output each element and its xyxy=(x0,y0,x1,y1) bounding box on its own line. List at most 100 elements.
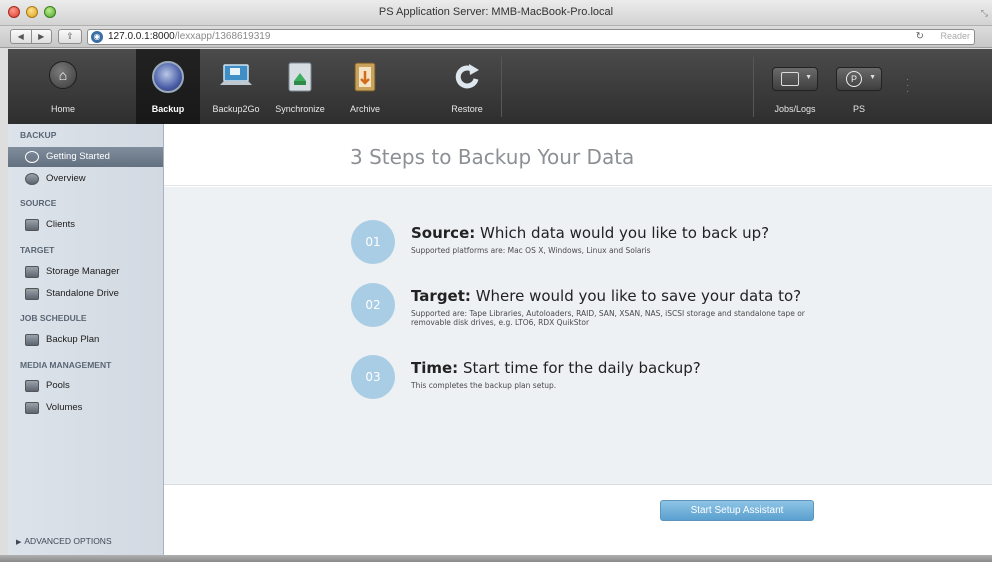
step-number-badge: 03 xyxy=(351,355,395,399)
sidebar-item-label: Backup Plan xyxy=(46,334,100,345)
toolbar-restore-label: Restore xyxy=(451,104,483,114)
step-description: This completes the backup plan setup. xyxy=(411,381,557,390)
sidebar-section-media-management: MEDIA MANAGEMENT xyxy=(20,360,112,370)
reload-icon[interactable]: ↻ xyxy=(916,31,924,42)
step-description: Supported platforms are: Mac OS X, Windo… xyxy=(411,246,651,255)
step-keyword: Time: xyxy=(411,359,459,377)
steps-panel: 01 Source: Which data would you like to … xyxy=(164,187,992,485)
reader-button[interactable]: Reader xyxy=(940,31,970,41)
toolbar-backup2go[interactable]: Backup2Go xyxy=(204,49,268,124)
sidebar-item-label: Getting Started xyxy=(46,151,110,162)
sidebar-item-storage-manager[interactable]: Storage Manager xyxy=(8,262,163,282)
toolbar-backup2go-label: Backup2Go xyxy=(212,104,260,114)
step-heading: Target: Where would you like to save you… xyxy=(411,287,801,305)
toolbar-divider xyxy=(753,57,754,117)
step-heading: Time: Start time for the daily backup? xyxy=(411,359,701,377)
sidebar-section-backup: BACKUP xyxy=(20,130,57,140)
lifebuoy-icon xyxy=(25,151,39,163)
sidebar-item-getting-started[interactable]: Getting Started xyxy=(8,147,163,167)
app-toolbar: ⌂ Home Backup Backup2Go Synchronize Arch… xyxy=(8,49,992,124)
ps-button[interactable]: P ▼ xyxy=(836,67,882,91)
back-button[interactable]: ◀ xyxy=(11,30,32,43)
toolbar-synchronize[interactable]: Synchronize xyxy=(268,49,332,124)
sidebar-item-label: Storage Manager xyxy=(46,266,120,277)
sidebar-item-pools[interactable]: Pools xyxy=(8,376,163,396)
pools-icon xyxy=(25,380,39,392)
url-host: 127.0.0.1:8000 xyxy=(108,31,175,42)
laptop-icon xyxy=(220,64,252,85)
sidebar-item-overview[interactable]: Overview xyxy=(8,169,163,189)
window-title: PS Application Server: MMB-MacBook-Pro.l… xyxy=(378,6,614,18)
toolbar-archive[interactable]: Archive xyxy=(334,49,396,124)
page-header: 3 Steps to Backup Your Data xyxy=(164,124,992,186)
backup-icon xyxy=(152,61,184,93)
toolbar-home-label: Home xyxy=(50,104,75,114)
browser-window: PS Application Server: MMB-MacBook-Pro.l… xyxy=(0,0,992,562)
storage-manager-icon xyxy=(25,266,39,278)
forward-button[interactable]: ▶ xyxy=(32,30,52,43)
synchronize-icon xyxy=(288,62,312,92)
advanced-options-toggle[interactable]: ▶ ADVANCED OPTIONS xyxy=(16,536,112,546)
ps-icon: P xyxy=(846,71,862,87)
chevron-down-icon: ▼ xyxy=(805,74,812,81)
step-keyword: Source: xyxy=(411,224,476,242)
clients-icon xyxy=(25,219,39,231)
step-keyword: Target: xyxy=(411,287,471,305)
share-button[interactable]: ⇪ xyxy=(58,29,82,44)
sidebar-item-label: Overview xyxy=(46,173,86,184)
browser-toolbar: ◀ ▶ ⇪ ◉ 127.0.0.1:8000/lexxapp/136861931… xyxy=(0,26,992,48)
drive-icon xyxy=(25,288,39,300)
toolbar-home[interactable]: ⌂ Home xyxy=(32,49,94,124)
main-panel: 3 Steps to Backup Your Data 01 Source: W… xyxy=(164,124,992,562)
start-setup-assistant-button[interactable]: Start Setup Assistant xyxy=(660,500,814,521)
toolbar-archive-label: Archive xyxy=(349,104,380,114)
toolbar-restore[interactable]: Restore xyxy=(436,49,498,124)
sidebar-item-label: Standalone Drive xyxy=(46,288,119,299)
history-nav: ◀ ▶ xyxy=(10,29,52,44)
monitor-icon xyxy=(781,72,799,86)
advanced-options-label: ADVANCED OPTIONS xyxy=(24,536,112,546)
sidebar-item-volumes[interactable]: Volumes xyxy=(8,398,163,418)
step-question: Start time for the daily backup? xyxy=(462,359,701,377)
step-number-badge: 02 xyxy=(351,283,395,327)
disclosure-triangle-icon: ▶ xyxy=(16,539,22,546)
toolbar-backup[interactable]: Backup xyxy=(136,49,200,124)
home-icon: ⌂ xyxy=(49,61,77,89)
jobs-logs-label: Jobs/Logs xyxy=(774,104,816,114)
jobs-logs-button[interactable]: ▼ xyxy=(772,67,818,91)
step-description: Supported are: Tape Libraries, Autoloade… xyxy=(411,309,805,327)
window-bottom-edge xyxy=(0,555,992,562)
overflow-icon[interactable]: · · · xyxy=(906,75,909,97)
toolbar-divider xyxy=(501,57,502,117)
address-text[interactable]: 127.0.0.1:8000/lexxapp/1368619319 xyxy=(108,31,270,42)
address-bar[interactable]: ◉ 127.0.0.1:8000/lexxapp/1368619319 ↻ Re… xyxy=(87,29,975,45)
overview-icon xyxy=(25,173,39,185)
sidebar-item-clients[interactable]: Clients xyxy=(8,215,163,235)
sidebar-item-label: Pools xyxy=(46,380,70,391)
chevron-down-icon: ▼ xyxy=(869,74,876,81)
restore-icon xyxy=(455,64,479,89)
sidebar-item-label: Clients xyxy=(46,219,76,230)
toolbar-synchronize-label: Synchronize xyxy=(275,104,325,114)
step-question: Where would you like to save your data t… xyxy=(475,287,802,305)
sidebar-item-standalone-drive[interactable]: Standalone Drive xyxy=(8,284,163,304)
sidebar-section-source: SOURCE xyxy=(20,198,57,208)
page-title: 3 Steps to Backup Your Data xyxy=(350,145,635,169)
sidebar-item-label: Volumes xyxy=(46,402,83,413)
title-bar: PS Application Server: MMB-MacBook-Pro.l… xyxy=(0,0,992,26)
volumes-icon xyxy=(25,402,39,414)
step-heading: Source: Which data would you like to bac… xyxy=(411,224,769,242)
sidebar-section-target: TARGET xyxy=(20,245,55,255)
resize-icon: ⤡ xyxy=(980,8,988,18)
globe-icon: ◉ xyxy=(91,31,103,43)
calendar-icon xyxy=(25,334,39,346)
step-question: Which data would you like to back up? xyxy=(480,224,770,242)
step-number-badge: 01 xyxy=(351,220,395,264)
sidebar: BACKUP Getting Started Overview SOURCE C… xyxy=(8,124,164,562)
toolbar-backup-label: Backup xyxy=(151,104,185,114)
footer: Start Setup Assistant xyxy=(164,486,992,562)
sidebar-item-backup-plan[interactable]: Backup Plan xyxy=(8,330,163,350)
archive-icon xyxy=(354,62,376,92)
ps-label: PS xyxy=(852,104,865,114)
url-path: /lexxapp/1368619319 xyxy=(174,31,271,42)
